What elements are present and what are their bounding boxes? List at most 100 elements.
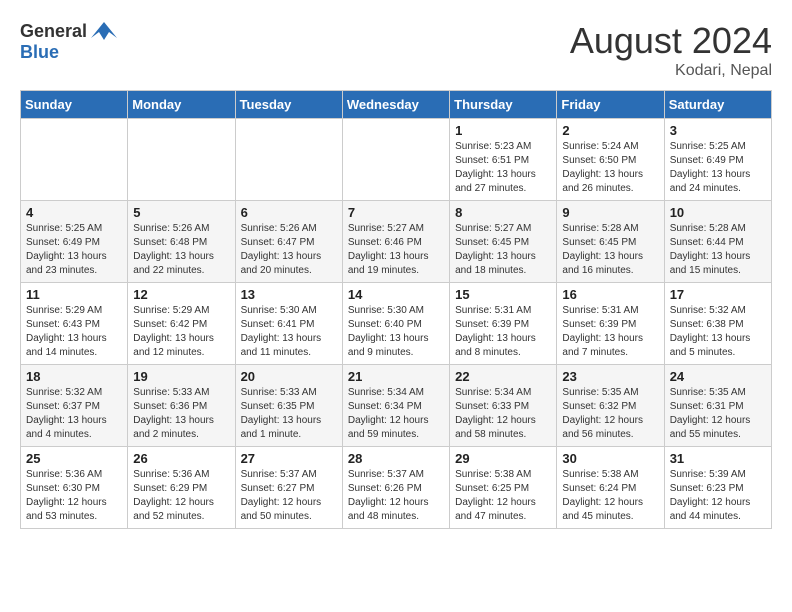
cell-date-27: 27 <box>241 451 337 466</box>
cell-info-18: Sunrise: 5:32 AM Sunset: 6:37 PM Dayligh… <box>26 386 122 442</box>
calendar-cell-4-6: 31Sunrise: 5:39 AM Sunset: 6:23 PM Dayli… <box>664 447 771 529</box>
cell-date-9: 9 <box>562 205 658 220</box>
cell-info-9: Sunrise: 5:28 AM Sunset: 6:45 PM Dayligh… <box>562 222 658 278</box>
cell-info-7: Sunrise: 5:27 AM Sunset: 6:46 PM Dayligh… <box>348 222 444 278</box>
cell-info-10: Sunrise: 5:28 AM Sunset: 6:44 PM Dayligh… <box>670 222 766 278</box>
calendar-cell-2-4: 15 Sunrise: 5:31 AM Sunset: 6:39 PM Dayli… <box>450 283 557 365</box>
header-tuesday: Tuesday <box>235 91 342 119</box>
cell-info-16: Sunrise: 5:31 AM Sunset: 6:39 PM Dayligh… <box>562 304 658 360</box>
cell-info-6: Sunrise: 5:26 AM Sunset: 6:47 PM Dayligh… <box>241 222 337 278</box>
calendar-cell-3-0: 18Sunrise: 5:32 AM Sunset: 6:37 PM Dayli… <box>21 365 128 447</box>
cell-date-3: 3 <box>670 123 766 138</box>
calendar-cell-3-3: 21 Sunrise: 5:34 AM Sunset: 6:34 PM Dayli… <box>342 365 449 447</box>
cell-info-15: Sunrise: 5:31 AM Sunset: 6:39 PM Dayligh… <box>455 304 551 360</box>
cell-date-14: 14 <box>348 287 444 302</box>
cell-info-2: Sunrise: 5:24 AM Sunset: 6:50 PM Dayligh… <box>562 140 658 196</box>
logo: General Blue <box>20 20 119 63</box>
cell-info-29: Sunrise: 5:38 AM Sunset: 6:25 PM Dayligh… <box>455 468 551 524</box>
calendar-cell-0-6: 3 Sunrise: 5:25 AM Sunset: 6:49 PM Daylig… <box>664 119 771 201</box>
week-row-3: 11 Sunrise: 5:29 AM Sunset: 6:43 PM Dayli… <box>21 283 772 365</box>
cell-date-11: 11 <box>26 287 122 302</box>
calendar-cell-2-0: 11 Sunrise: 5:29 AM Sunset: 6:43 PM Dayli… <box>21 283 128 365</box>
cell-date-25: 25 <box>26 451 122 466</box>
cell-info-12: Sunrise: 5:29 AM Sunset: 6:42 PM Dayligh… <box>133 304 229 360</box>
logo-blue: Blue <box>20 42 59 62</box>
calendar-cell-3-1: 19 Sunrise: 5:33 AM Sunset: 6:36 PM Dayli… <box>128 365 235 447</box>
cell-date-21: 21 <box>348 369 444 384</box>
cell-date-30: 30 <box>562 451 658 466</box>
calendar-cell-4-0: 25 Sunrise: 5:36 AM Sunset: 6:30 PM Dayli… <box>21 447 128 529</box>
cell-date-5: 5 <box>133 205 229 220</box>
calendar-cell-0-2 <box>235 119 342 201</box>
cell-date-23: 23 <box>562 369 658 384</box>
title-block: August 2024 Kodari, Nepal <box>570 20 772 80</box>
week-row-4: 18Sunrise: 5:32 AM Sunset: 6:37 PM Dayli… <box>21 365 772 447</box>
month-year-title: August 2024 <box>570 20 772 62</box>
cell-date-4: 4 <box>26 205 122 220</box>
cell-info-31: Sunrise: 5:39 AM Sunset: 6:23 PM Dayligh… <box>670 468 766 524</box>
cell-info-25: Sunrise: 5:36 AM Sunset: 6:30 PM Dayligh… <box>26 468 122 524</box>
calendar-cell-3-2: 20Sunrise: 5:33 AM Sunset: 6:35 PM Dayli… <box>235 365 342 447</box>
calendar-cell-4-4: 29 Sunrise: 5:38 AM Sunset: 6:25 PM Dayli… <box>450 447 557 529</box>
cell-info-13: Sunrise: 5:30 AM Sunset: 6:41 PM Dayligh… <box>241 304 337 360</box>
calendar-cell-0-4: 1 Sunrise: 5:23 AM Sunset: 6:51 PM Daylig… <box>450 119 557 201</box>
cell-date-2: 2 <box>562 123 658 138</box>
cell-date-29: 29 <box>455 451 551 466</box>
cell-date-6: 6 <box>241 205 337 220</box>
calendar-cell-4-5: 30 Sunrise: 5:38 AM Sunset: 6:24 PM Dayli… <box>557 447 664 529</box>
cell-info-28: Sunrise: 5:37 AM Sunset: 6:26 PM Dayligh… <box>348 468 444 524</box>
cell-info-4: Sunrise: 5:25 AM Sunset: 6:49 PM Dayligh… <box>26 222 122 278</box>
header-thursday: Thursday <box>450 91 557 119</box>
calendar-cell-1-6: 10 Sunrise: 5:28 AM Sunset: 6:44 PM Dayli… <box>664 201 771 283</box>
cell-date-15: 15 <box>455 287 551 302</box>
cell-date-24: 24 <box>670 369 766 384</box>
week-row-5: 25 Sunrise: 5:36 AM Sunset: 6:30 PM Dayli… <box>21 447 772 529</box>
cell-info-17: Sunrise: 5:32 AM Sunset: 6:38 PM Dayligh… <box>670 304 766 360</box>
cell-info-30: Sunrise: 5:38 AM Sunset: 6:24 PM Dayligh… <box>562 468 658 524</box>
calendar-cell-4-3: 28 Sunrise: 5:37 AM Sunset: 6:26 PM Dayli… <box>342 447 449 529</box>
cell-info-5: Sunrise: 5:26 AM Sunset: 6:48 PM Dayligh… <box>133 222 229 278</box>
cell-info-1: Sunrise: 5:23 AM Sunset: 6:51 PM Dayligh… <box>455 140 551 196</box>
header-wednesday: Wednesday <box>342 91 449 119</box>
calendar-cell-4-2: 27Sunrise: 5:37 AM Sunset: 6:27 PM Dayli… <box>235 447 342 529</box>
cell-info-23: Sunrise: 5:35 AM Sunset: 6:32 PM Dayligh… <box>562 386 658 442</box>
cell-date-10: 10 <box>670 205 766 220</box>
calendar-cell-1-1: 5 Sunrise: 5:26 AM Sunset: 6:48 PM Daylig… <box>128 201 235 283</box>
calendar-cell-4-1: 26 Sunrise: 5:36 AM Sunset: 6:29 PM Dayli… <box>128 447 235 529</box>
cell-date-13: 13 <box>241 287 337 302</box>
cell-info-21: Sunrise: 5:34 AM Sunset: 6:34 PM Dayligh… <box>348 386 444 442</box>
cell-info-8: Sunrise: 5:27 AM Sunset: 6:45 PM Dayligh… <box>455 222 551 278</box>
week-row-2: 4 Sunrise: 5:25 AM Sunset: 6:49 PM Daylig… <box>21 201 772 283</box>
calendar-cell-2-1: 12 Sunrise: 5:29 AM Sunset: 6:42 PM Dayli… <box>128 283 235 365</box>
calendar-cell-0-0 <box>21 119 128 201</box>
calendar-cell-1-2: 6 Sunrise: 5:26 AM Sunset: 6:47 PM Daylig… <box>235 201 342 283</box>
calendar-cell-2-5: 16 Sunrise: 5:31 AM Sunset: 6:39 PM Dayli… <box>557 283 664 365</box>
calendar-cell-0-1 <box>128 119 235 201</box>
location-subtitle: Kodari, Nepal <box>570 62 772 80</box>
calendar-cell-1-5: 9 Sunrise: 5:28 AM Sunset: 6:45 PM Daylig… <box>557 201 664 283</box>
logo-general: General <box>20 21 87 42</box>
header-sunday: Sunday <box>21 91 128 119</box>
cell-date-22: 22 <box>455 369 551 384</box>
cell-info-11: Sunrise: 5:29 AM Sunset: 6:43 PM Dayligh… <box>26 304 122 360</box>
cell-date-17: 17 <box>670 287 766 302</box>
cell-date-12: 12 <box>133 287 229 302</box>
calendar-table: SundayMondayTuesdayWednesdayThursdayFrid… <box>20 90 772 529</box>
calendar-body: 1 Sunrise: 5:23 AM Sunset: 6:51 PM Daylig… <box>21 119 772 529</box>
calendar-cell-2-3: 14Sunrise: 5:30 AM Sunset: 6:40 PM Dayli… <box>342 283 449 365</box>
cell-date-19: 19 <box>133 369 229 384</box>
cell-info-3: Sunrise: 5:25 AM Sunset: 6:49 PM Dayligh… <box>670 140 766 196</box>
calendar-cell-0-3 <box>342 119 449 201</box>
cell-date-16: 16 <box>562 287 658 302</box>
cell-date-1: 1 <box>455 123 551 138</box>
cell-date-28: 28 <box>348 451 444 466</box>
page-header: General Blue August 2024 Kodari, Nepal <box>20 20 772 80</box>
cell-info-19: Sunrise: 5:33 AM Sunset: 6:36 PM Dayligh… <box>133 386 229 442</box>
header-monday: Monday <box>128 91 235 119</box>
cell-date-26: 26 <box>133 451 229 466</box>
week-row-1: 1 Sunrise: 5:23 AM Sunset: 6:51 PM Daylig… <box>21 119 772 201</box>
calendar-cell-1-0: 4 Sunrise: 5:25 AM Sunset: 6:49 PM Daylig… <box>21 201 128 283</box>
cell-info-24: Sunrise: 5:35 AM Sunset: 6:31 PM Dayligh… <box>670 386 766 442</box>
cell-info-26: Sunrise: 5:36 AM Sunset: 6:29 PM Dayligh… <box>133 468 229 524</box>
header-friday: Friday <box>557 91 664 119</box>
